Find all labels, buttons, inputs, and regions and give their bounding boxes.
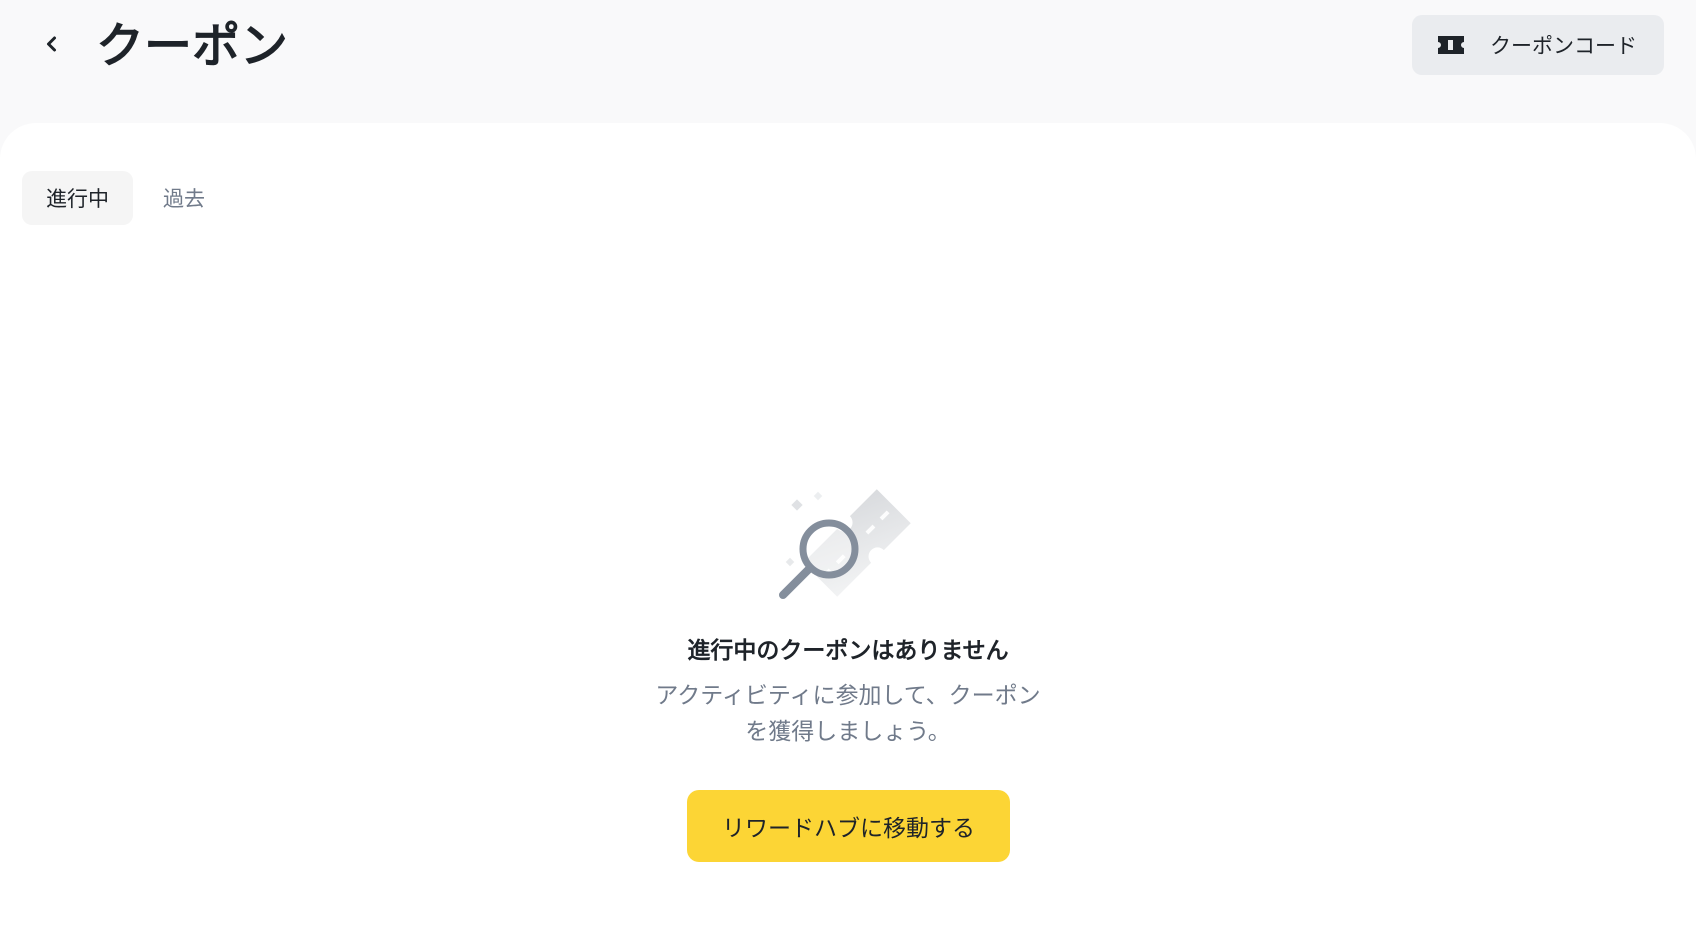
tab-ongoing[interactable]: 進行中 [22,171,133,225]
go-to-rewards-hub-button[interactable]: リワードハブに移動する [687,790,1010,862]
magnifier-coupon-illustration [779,489,911,599]
page-title: クーポン [96,18,289,74]
coupon-code-button[interactable]: クーポンコード [1412,15,1664,75]
ticket-icon [1436,33,1466,57]
coupon-content-panel: 進行中 過去 進行中のクーポンはありません アクティビティに参加して、クーポン … [0,123,1696,934]
page-header: クーポン クーポンコード [0,0,1696,124]
empty-state-description: アクティビティに参加して、クーポン を獲得しましょう。 [600,678,1096,750]
tab-past[interactable]: 過去 [139,171,229,225]
back-button[interactable] [36,28,68,60]
coupon-tabs: 進行中 過去 [22,171,229,225]
coupon-code-label: クーポンコード [1490,34,1637,58]
empty-state-title: 進行中のクーポンはありません [687,638,1009,664]
empty-state-description-line-2: を獲得しましょう。 [745,719,951,745]
chevron-left-icon [47,36,56,52]
empty-state-description-line-1: アクティビティに参加して、クーポン [655,683,1041,709]
